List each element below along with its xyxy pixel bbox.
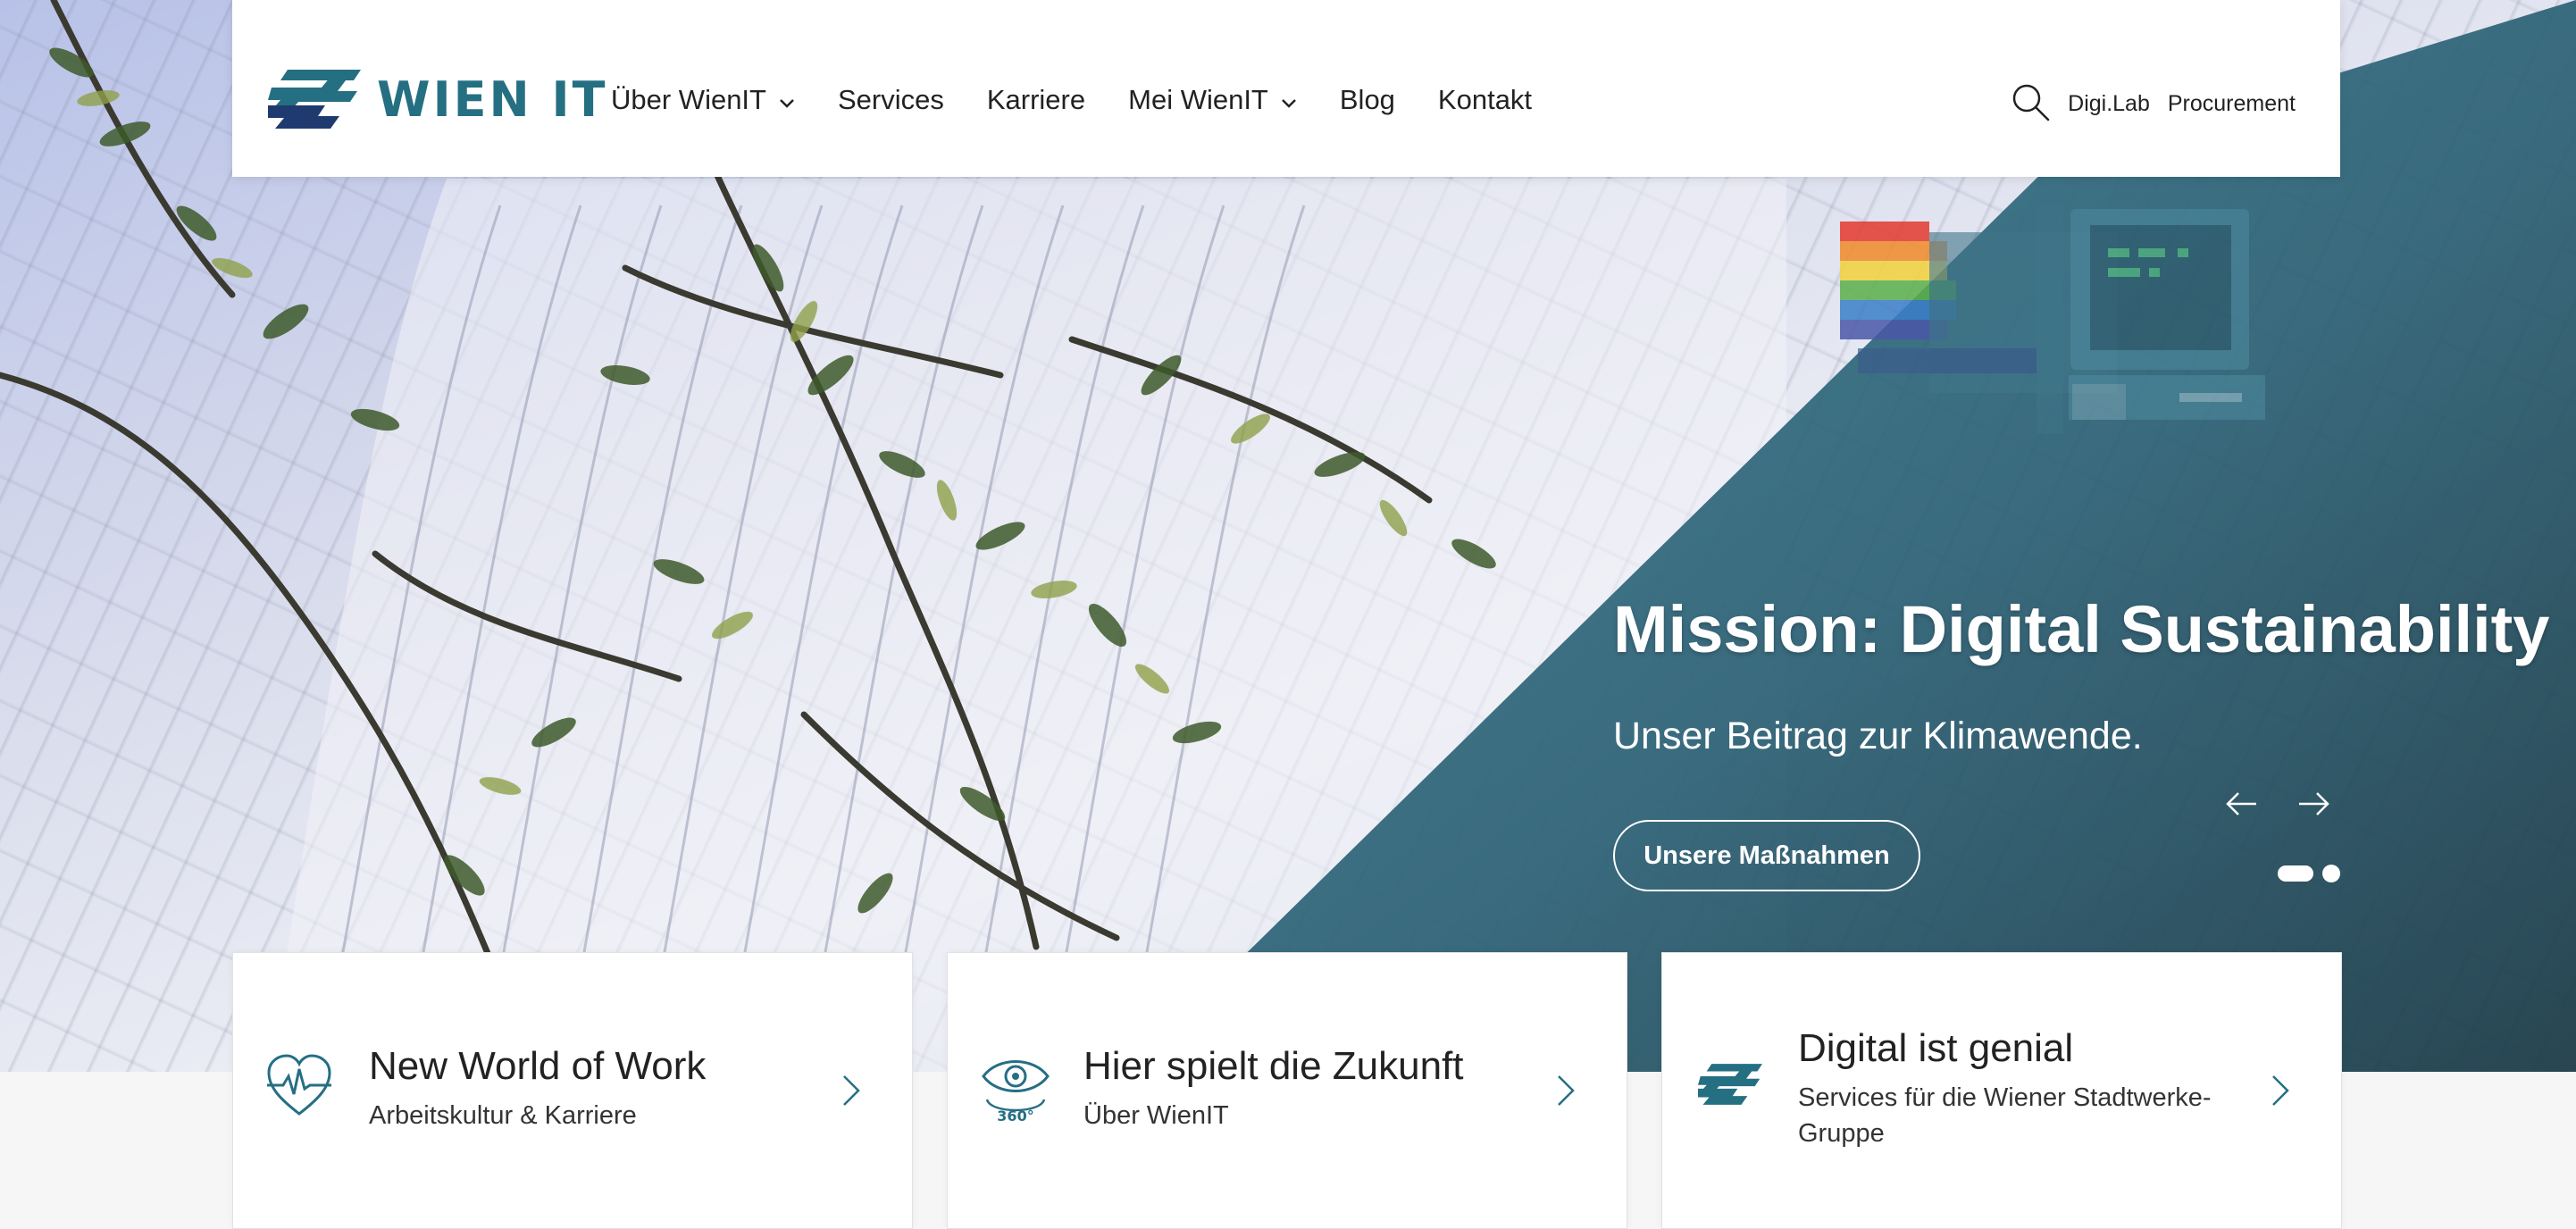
hero-cta-button[interactable]: Unsere Maßnahmen: [1613, 820, 1920, 891]
card-subtitle: Services für die Wiener Stadtwerke-Grupp…: [1798, 1083, 2212, 1148]
main-navigation: Über WienIT Services Karriere Mei WienIT…: [611, 84, 1575, 116]
nav-item-services[interactable]: Services: [838, 84, 944, 116]
teaser-card-digital-ist-genial[interactable]: Digital ist genial Services für die Wien…: [1661, 952, 2342, 1229]
teaser-card-new-world-of-work[interactable]: New World of Work Arbeitskultur & Karrie…: [232, 952, 913, 1229]
wienit-emblem-icon: [268, 70, 361, 129]
hero-title: Mission: Digital Sustainability: [1613, 592, 2550, 666]
chevron-down-icon: [1281, 84, 1297, 116]
slider-next-button[interactable]: [2296, 786, 2331, 826]
chevron-right-icon: [2270, 1073, 2291, 1113]
nav-item-label: Blog: [1339, 84, 1395, 115]
nav-item-kontakt[interactable]: Kontakt: [1438, 84, 1532, 116]
digi-lab-link[interactable]: Digi.Lab: [2068, 91, 2150, 117]
card-subtitle: Über WienIT: [1083, 1101, 1229, 1130]
wienit-logo[interactable]: WIEN IT: [268, 70, 607, 129]
wienit-emblem-icon: [1696, 1064, 1762, 1109]
heart-pulse-icon: [265, 1053, 333, 1122]
nav-item-mei-wienit[interactable]: Mei WienIT: [1128, 84, 1297, 116]
card-title: New World of Work: [369, 1044, 707, 1088]
eye-360-icon: 360°: [980, 1053, 1051, 1129]
slider-dot-active[interactable]: [2278, 865, 2313, 882]
nav-item-label: Kontakt: [1437, 84, 1533, 115]
card-title: Hier spielt die Zukunft: [1083, 1044, 1464, 1088]
utility-navigation: Digi.Lab Procurement: [2011, 82, 2296, 126]
nav-item-label: Über WienIT: [611, 84, 766, 115]
site-header: WIEN IT Über WienIT Services Karriere Me…: [232, 0, 2340, 177]
nav-item-label: Mei WienIT: [1128, 84, 1268, 115]
pixel-art-rainbow-computer: [1840, 205, 2265, 434]
nav-item-label: Karriere: [986, 84, 1086, 115]
slider-prev-button[interactable]: [2224, 786, 2260, 826]
nav-item-karriere[interactable]: Karriere: [987, 84, 1085, 116]
chevron-right-icon: [1555, 1073, 1577, 1113]
teaser-card-hier-spielt-die-zukunft[interactable]: 360° Hier spielt die Zukunft Über WienIT: [947, 952, 1627, 1229]
nav-item-ueber-wienit[interactable]: Über WienIT: [611, 84, 795, 116]
slider-dot[interactable]: [2322, 865, 2340, 882]
card-title: Digital ist genial: [1798, 1026, 2074, 1070]
card-subtitle: Arbeitskultur & Karriere: [369, 1101, 637, 1130]
procurement-link[interactable]: Procurement: [2168, 91, 2296, 117]
arrow-left-icon: [2226, 792, 2256, 815]
chevron-right-icon: [841, 1073, 862, 1113]
logo-text: WIEN IT: [377, 71, 608, 128]
arrow-right-icon: [2299, 792, 2329, 815]
nav-item-label: Services: [837, 84, 944, 115]
hero-subtitle: Unser Beitrag zur Klimawende.: [1613, 715, 2143, 757]
chevron-down-icon: [779, 84, 795, 116]
slider-pagination: [2278, 865, 2340, 882]
nav-item-blog[interactable]: Blog: [1340, 84, 1395, 116]
svg-text:360°: 360°: [997, 1108, 1033, 1124]
search-icon[interactable]: [2011, 82, 2050, 126]
